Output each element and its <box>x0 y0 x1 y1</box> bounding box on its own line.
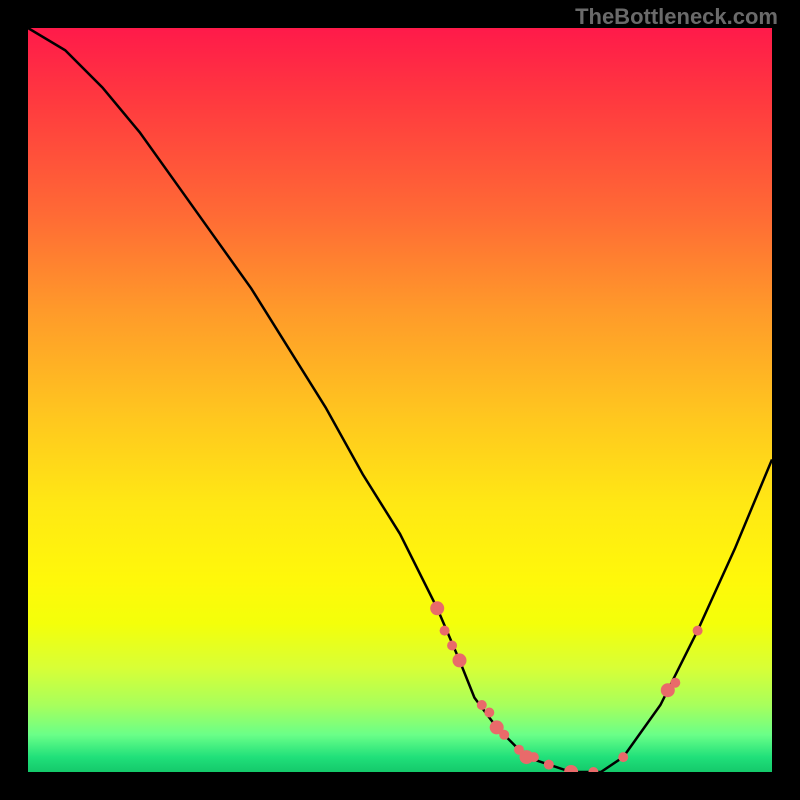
highlight-marker <box>477 700 487 710</box>
highlight-marker <box>484 708 494 718</box>
chart-svg <box>28 28 772 772</box>
plot-area <box>28 28 772 772</box>
highlight-marker <box>618 752 628 762</box>
watermark-text: TheBottleneck.com <box>575 4 778 30</box>
highlight-marker <box>447 641 457 651</box>
curve-line <box>28 28 772 772</box>
highlight-marker <box>499 730 509 740</box>
highlight-marker <box>430 601 444 615</box>
highlight-marker <box>544 760 554 770</box>
highlight-marker <box>564 765 578 772</box>
highlight-marker <box>670 678 680 688</box>
highlight-marker <box>588 767 598 772</box>
highlight-marker <box>693 626 703 636</box>
highlight-marker <box>529 752 539 762</box>
highlight-marker <box>453 653 467 667</box>
highlight-marker <box>440 626 450 636</box>
